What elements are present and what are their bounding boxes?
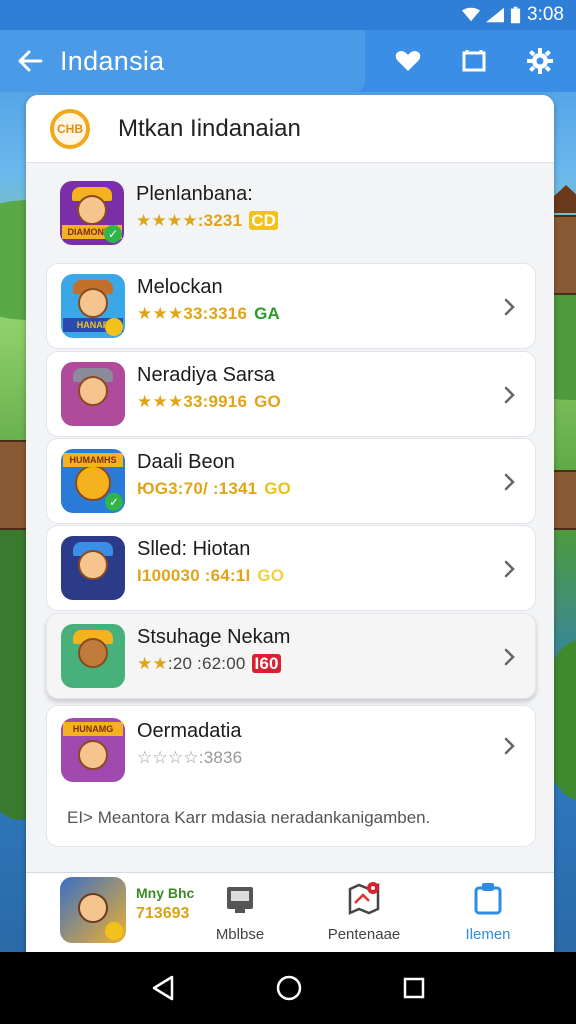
- thumb-banner: HUMAMHS: [63, 453, 123, 467]
- game-tag: GO: [264, 479, 292, 498]
- star-icons: ★★: [137, 654, 168, 673]
- home-circle-icon[interactable]: [275, 974, 303, 1002]
- window-button[interactable]: [441, 30, 507, 92]
- game-rating: ★★★★:3231 CD: [136, 211, 279, 231]
- rating-text: ЮG3:70/ :1341: [137, 479, 258, 498]
- game-tag: GA: [254, 304, 280, 323]
- list-item[interactable]: Neradiya Sarsa ★★★33:9916 GO: [46, 351, 536, 437]
- tab-label: Ilemen: [465, 926, 511, 943]
- game-name: Neradiya Sarsa: [137, 364, 275, 386]
- game-thumbnail: HANAR: [61, 274, 125, 338]
- tab-pentenaae[interactable]: Pentenaae: [314, 881, 414, 943]
- signal-icon: [486, 7, 505, 23]
- game-name: Daali Beon: [137, 451, 235, 473]
- game-thumbnail: [61, 536, 125, 600]
- list-item[interactable]: Slled: Hiotan I100030 :64:1I GO: [46, 525, 536, 611]
- game-thumbnail: [61, 362, 125, 426]
- featured-game-thumbnail[interactable]: [60, 877, 126, 943]
- rating-text: :20 :62:00: [167, 654, 246, 673]
- coin-badge-icon: [105, 922, 123, 940]
- map-icon: [348, 882, 380, 915]
- game-rating: ★★★33:9916 GO: [137, 392, 281, 412]
- featured-line-1: Mny Bhc: [136, 885, 195, 901]
- chevron-right-icon: [504, 560, 515, 578]
- game-list-panel: CHB Mtkan Iindanaian DIAMONDS ✓ Plenlanb…: [26, 95, 554, 955]
- page-title: Indansia: [60, 45, 165, 76]
- game-name: Slled: Hiotan: [137, 538, 251, 560]
- game-rating: ★★:20 :62:00 I60: [137, 654, 281, 674]
- game-rating: ★★★33:3316 GA: [137, 304, 280, 324]
- list-item[interactable]: Stsuhage Nekam ★★:20 :62:00 I60: [46, 613, 536, 699]
- game-name: Plenlanbana:: [136, 183, 253, 205]
- game-name: Oermadatia: [137, 720, 242, 742]
- battery-icon: [510, 6, 521, 24]
- game-rating: ☆☆☆☆:3836: [137, 748, 242, 768]
- app-bar: Indansia: [0, 30, 576, 92]
- chevron-right-icon: [504, 473, 515, 491]
- gear-icon: [527, 48, 553, 74]
- chevron-right-icon: [504, 298, 515, 316]
- list-item[interactable]: DIAMONDS ✓ Plenlanbana: ★★★★:3231 CD: [46, 175, 536, 255]
- wifi-icon: [462, 7, 481, 22]
- check-icon: ✓: [104, 225, 122, 243]
- back-triangle-icon[interactable]: [150, 974, 176, 1002]
- tab-ilemen[interactable]: Ilemen: [438, 881, 538, 943]
- game-tag: GO: [257, 566, 285, 585]
- game-tag: I60: [252, 654, 281, 673]
- system-nav-bar: [0, 952, 576, 1024]
- briefcase-icon: [227, 887, 253, 913]
- tab-label: Mblbse: [215, 926, 265, 943]
- game-thumbnail: HUNAMG: [61, 718, 125, 782]
- game-tag: GO: [254, 392, 281, 411]
- star-icons: ★★★★: [136, 211, 198, 230]
- window-icon: [462, 50, 486, 72]
- star-icons: ★★★: [137, 304, 184, 323]
- game-thumbnail: DIAMONDS ✓: [60, 181, 124, 245]
- tab-mblbse[interactable]: Mblbse: [190, 881, 290, 943]
- favorite-button[interactable]: [375, 30, 441, 92]
- bottom-nav: Mny Bhc 713693 Mblbse Pentenaae Ilemen: [26, 872, 554, 952]
- back-button[interactable]: [0, 30, 60, 92]
- clipboard-icon: [474, 883, 502, 915]
- game-name: Melockan: [137, 276, 223, 298]
- featured-line-2: 713693: [136, 905, 190, 922]
- chevron-right-icon: [504, 737, 515, 755]
- arrow-left-icon: [18, 50, 43, 72]
- rating-text: 33:3316: [183, 304, 248, 323]
- featured-game-info: Mny Bhc 713693: [136, 885, 194, 923]
- rating-text: I100030 :64:1I: [137, 566, 251, 585]
- heart-icon: [395, 51, 421, 71]
- game-thumbnail: HUMAMHS ✓: [61, 449, 125, 513]
- list-item[interactable]: HANAR Melockan ★★★33:3316 GA: [46, 263, 536, 349]
- coin-icon-text: CHB: [57, 121, 83, 136]
- tab-label: Pentenaae: [327, 926, 401, 943]
- game-rating: ЮG3:70/ :1341 GO: [137, 479, 291, 499]
- thumb-banner: HUNAMG: [63, 722, 123, 736]
- rating-text: 33:9916: [183, 392, 248, 411]
- check-icon: ✓: [105, 493, 123, 511]
- app-bar-title-box: Indansia: [0, 30, 365, 92]
- list-item[interactable]: HUNAMG Oermadatia ☆☆☆☆:3836 EI> Meantora…: [46, 705, 536, 847]
- star-icons: ☆☆☆☆: [137, 748, 199, 767]
- chevron-right-icon: [504, 648, 515, 666]
- panel-header: CHB Mtkan Iindanaian: [26, 95, 554, 163]
- status-bar: 3:08: [0, 0, 576, 30]
- rating-text: :3231: [197, 211, 243, 230]
- game-name: Stsuhage Nekam: [137, 626, 291, 648]
- coin-badge-icon: [105, 318, 123, 336]
- game-rating: I100030 :64:1I GO: [137, 566, 284, 586]
- settings-button[interactable]: [507, 30, 573, 92]
- game-thumbnail: [61, 624, 125, 688]
- star-icons: ★★★: [137, 392, 184, 411]
- game-tag: CD: [249, 211, 279, 230]
- game-description: EI> Meantora Karr mdasia neradankanigamb…: [67, 808, 431, 827]
- chevron-right-icon: [504, 386, 515, 404]
- list-item[interactable]: HUMAMHS ✓ Daali Beon ЮG3:70/ :1341 GO: [46, 438, 536, 524]
- panel-title: Mtkan Iindanaian: [118, 114, 301, 142]
- rating-text: :3836: [198, 748, 243, 767]
- recents-square-icon[interactable]: [402, 976, 426, 1000]
- coin-icon: CHB: [50, 108, 90, 149]
- status-time: 3:08: [527, 4, 564, 25]
